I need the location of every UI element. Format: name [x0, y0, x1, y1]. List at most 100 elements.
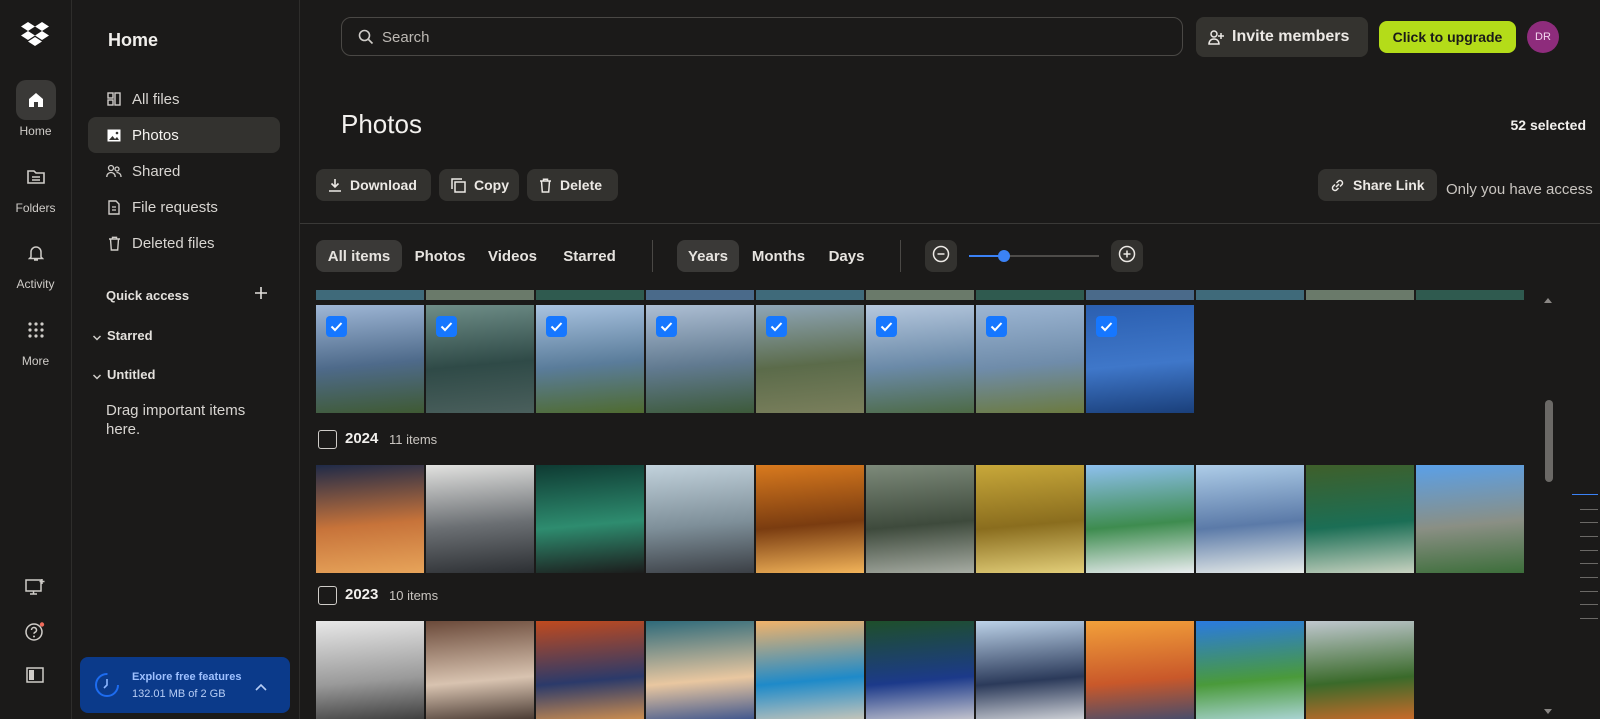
timeline-tick[interactable]: [1572, 494, 1598, 495]
photo-thumbnail[interactable]: [426, 621, 534, 719]
photo-thumbnail[interactable]: [1086, 305, 1194, 413]
avatar[interactable]: DR: [1527, 21, 1559, 53]
photo-thumbnail[interactable]: [646, 290, 754, 300]
photo-thumbnail[interactable]: [1306, 465, 1414, 573]
photo-thumbnail[interactable]: [1196, 621, 1304, 719]
zoom-out-button[interactable]: [925, 240, 957, 272]
untitled-heading[interactable]: Untitled: [107, 367, 155, 382]
selected-check-icon[interactable]: [1096, 316, 1117, 337]
rail-item-home[interactable]: Home: [0, 80, 71, 138]
year-2024-checkbox[interactable]: [318, 430, 337, 449]
dropbox-logo-icon[interactable]: [20, 20, 50, 50]
selected-check-icon[interactable]: [986, 316, 1007, 337]
timeline-tick[interactable]: [1580, 618, 1598, 619]
nav-item-shared[interactable]: Shared: [88, 153, 280, 189]
photo-thumbnail[interactable]: [646, 621, 754, 719]
photo-thumbnail[interactable]: [756, 305, 864, 413]
help-icon[interactable]: [25, 622, 45, 647]
timeline-tick[interactable]: [1580, 563, 1598, 564]
photo-thumbnail[interactable]: [646, 465, 754, 573]
photo-thumbnail[interactable]: [536, 465, 644, 573]
photo-thumbnail[interactable]: [426, 290, 534, 300]
timeline-tick[interactable]: [1580, 522, 1598, 523]
download-button[interactable]: Download: [316, 169, 431, 201]
chevron-down-icon[interactable]: [92, 329, 102, 347]
photo-thumbnail[interactable]: [1086, 465, 1194, 573]
photo-thumbnail[interactable]: [1086, 290, 1194, 300]
selected-check-icon[interactable]: [326, 316, 347, 337]
photo-thumbnail[interactable]: [1306, 621, 1414, 719]
timeline-tick[interactable]: [1580, 550, 1598, 551]
share-link-button[interactable]: Share Link: [1318, 169, 1437, 201]
sidebar-toggle-icon[interactable]: [26, 667, 44, 688]
delete-button[interactable]: Delete: [527, 169, 618, 201]
photo-thumbnail[interactable]: [316, 305, 424, 413]
filter-videos[interactable]: Videos: [480, 240, 545, 272]
photo-thumbnail[interactable]: [976, 290, 1084, 300]
timeline-tick[interactable]: [1580, 604, 1598, 605]
chevron-down-icon[interactable]: [92, 368, 102, 386]
scrollbar-thumb[interactable]: [1545, 400, 1553, 482]
photo-thumbnail[interactable]: [866, 465, 974, 573]
starred-heading[interactable]: Starred: [107, 328, 153, 343]
photo-thumbnail[interactable]: [756, 621, 864, 719]
explore-features-card[interactable]: Explore free features 132.01 MB of 2 GB: [80, 657, 290, 713]
photo-thumbnail[interactable]: [866, 621, 974, 719]
timeline-tick[interactable]: [1580, 591, 1598, 592]
copy-button[interactable]: Copy: [439, 169, 519, 201]
photo-thumbnail[interactable]: [316, 621, 424, 719]
filter-all-items[interactable]: All items: [316, 240, 402, 272]
photo-thumbnail[interactable]: [1416, 465, 1524, 573]
selected-check-icon[interactable]: [546, 316, 567, 337]
granularity-months[interactable]: Months: [746, 240, 811, 272]
photo-thumbnail[interactable]: [316, 465, 424, 573]
desktop-app-icon[interactable]: [25, 578, 45, 601]
filter-starred[interactable]: Starred: [553, 240, 626, 272]
upgrade-button[interactable]: Click to upgrade: [1379, 21, 1516, 53]
add-quick-access-button[interactable]: [254, 286, 268, 305]
selected-check-icon[interactable]: [656, 316, 677, 337]
search-input[interactable]: [380, 26, 1144, 48]
rail-item-folders[interactable]: Folders: [0, 157, 71, 215]
photo-thumbnail[interactable]: [1416, 290, 1524, 300]
photo-thumbnail[interactable]: [866, 305, 974, 413]
photo-thumbnail[interactable]: [426, 305, 534, 413]
timeline-tick[interactable]: [1580, 577, 1598, 578]
photo-thumbnail[interactable]: [976, 621, 1084, 719]
photo-thumbnail[interactable]: [1306, 290, 1414, 300]
photo-thumbnail[interactable]: [1086, 621, 1194, 719]
year-2023-checkbox[interactable]: [318, 586, 337, 605]
granularity-years[interactable]: Years: [677, 240, 739, 272]
photo-thumbnail[interactable]: [756, 465, 864, 573]
timeline-tick[interactable]: [1580, 536, 1598, 537]
nav-item-all-files[interactable]: All files: [88, 81, 280, 117]
photo-thumbnail[interactable]: [866, 290, 974, 300]
granularity-days[interactable]: Days: [819, 240, 874, 272]
photo-thumbnail[interactable]: [316, 290, 424, 300]
zoom-in-button[interactable]: [1111, 240, 1143, 272]
selected-check-icon[interactable]: [876, 316, 897, 337]
scrollbar[interactable]: [1541, 294, 1555, 719]
photo-thumbnail[interactable]: [756, 290, 864, 300]
nav-item-file-requests[interactable]: File requests: [88, 189, 280, 225]
photo-thumbnail[interactable]: [1196, 290, 1304, 300]
chevron-up-icon[interactable]: [254, 679, 268, 697]
photo-thumbnail[interactable]: [536, 305, 644, 413]
zoom-slider-handle[interactable]: [998, 250, 1011, 262]
selected-check-icon[interactable]: [436, 316, 457, 337]
nav-item-deleted-files[interactable]: Deleted files: [88, 225, 280, 261]
rail-item-activity[interactable]: Activity: [0, 233, 71, 291]
photo-thumbnail[interactable]: [1196, 465, 1304, 573]
timeline-tick[interactable]: [1580, 509, 1598, 510]
selected-check-icon[interactable]: [766, 316, 787, 337]
photo-thumbnail[interactable]: [536, 621, 644, 719]
photo-thumbnail[interactable]: [426, 465, 534, 573]
filter-photos[interactable]: Photos: [408, 240, 472, 272]
invite-members-button[interactable]: Invite members: [1196, 17, 1368, 57]
search-bar[interactable]: [341, 17, 1183, 56]
photo-thumbnail[interactable]: [536, 290, 644, 300]
photo-thumbnail[interactable]: [976, 465, 1084, 573]
photo-thumbnail[interactable]: [646, 305, 754, 413]
nav-item-photos[interactable]: Photos: [88, 117, 280, 153]
photo-thumbnail[interactable]: [976, 305, 1084, 413]
